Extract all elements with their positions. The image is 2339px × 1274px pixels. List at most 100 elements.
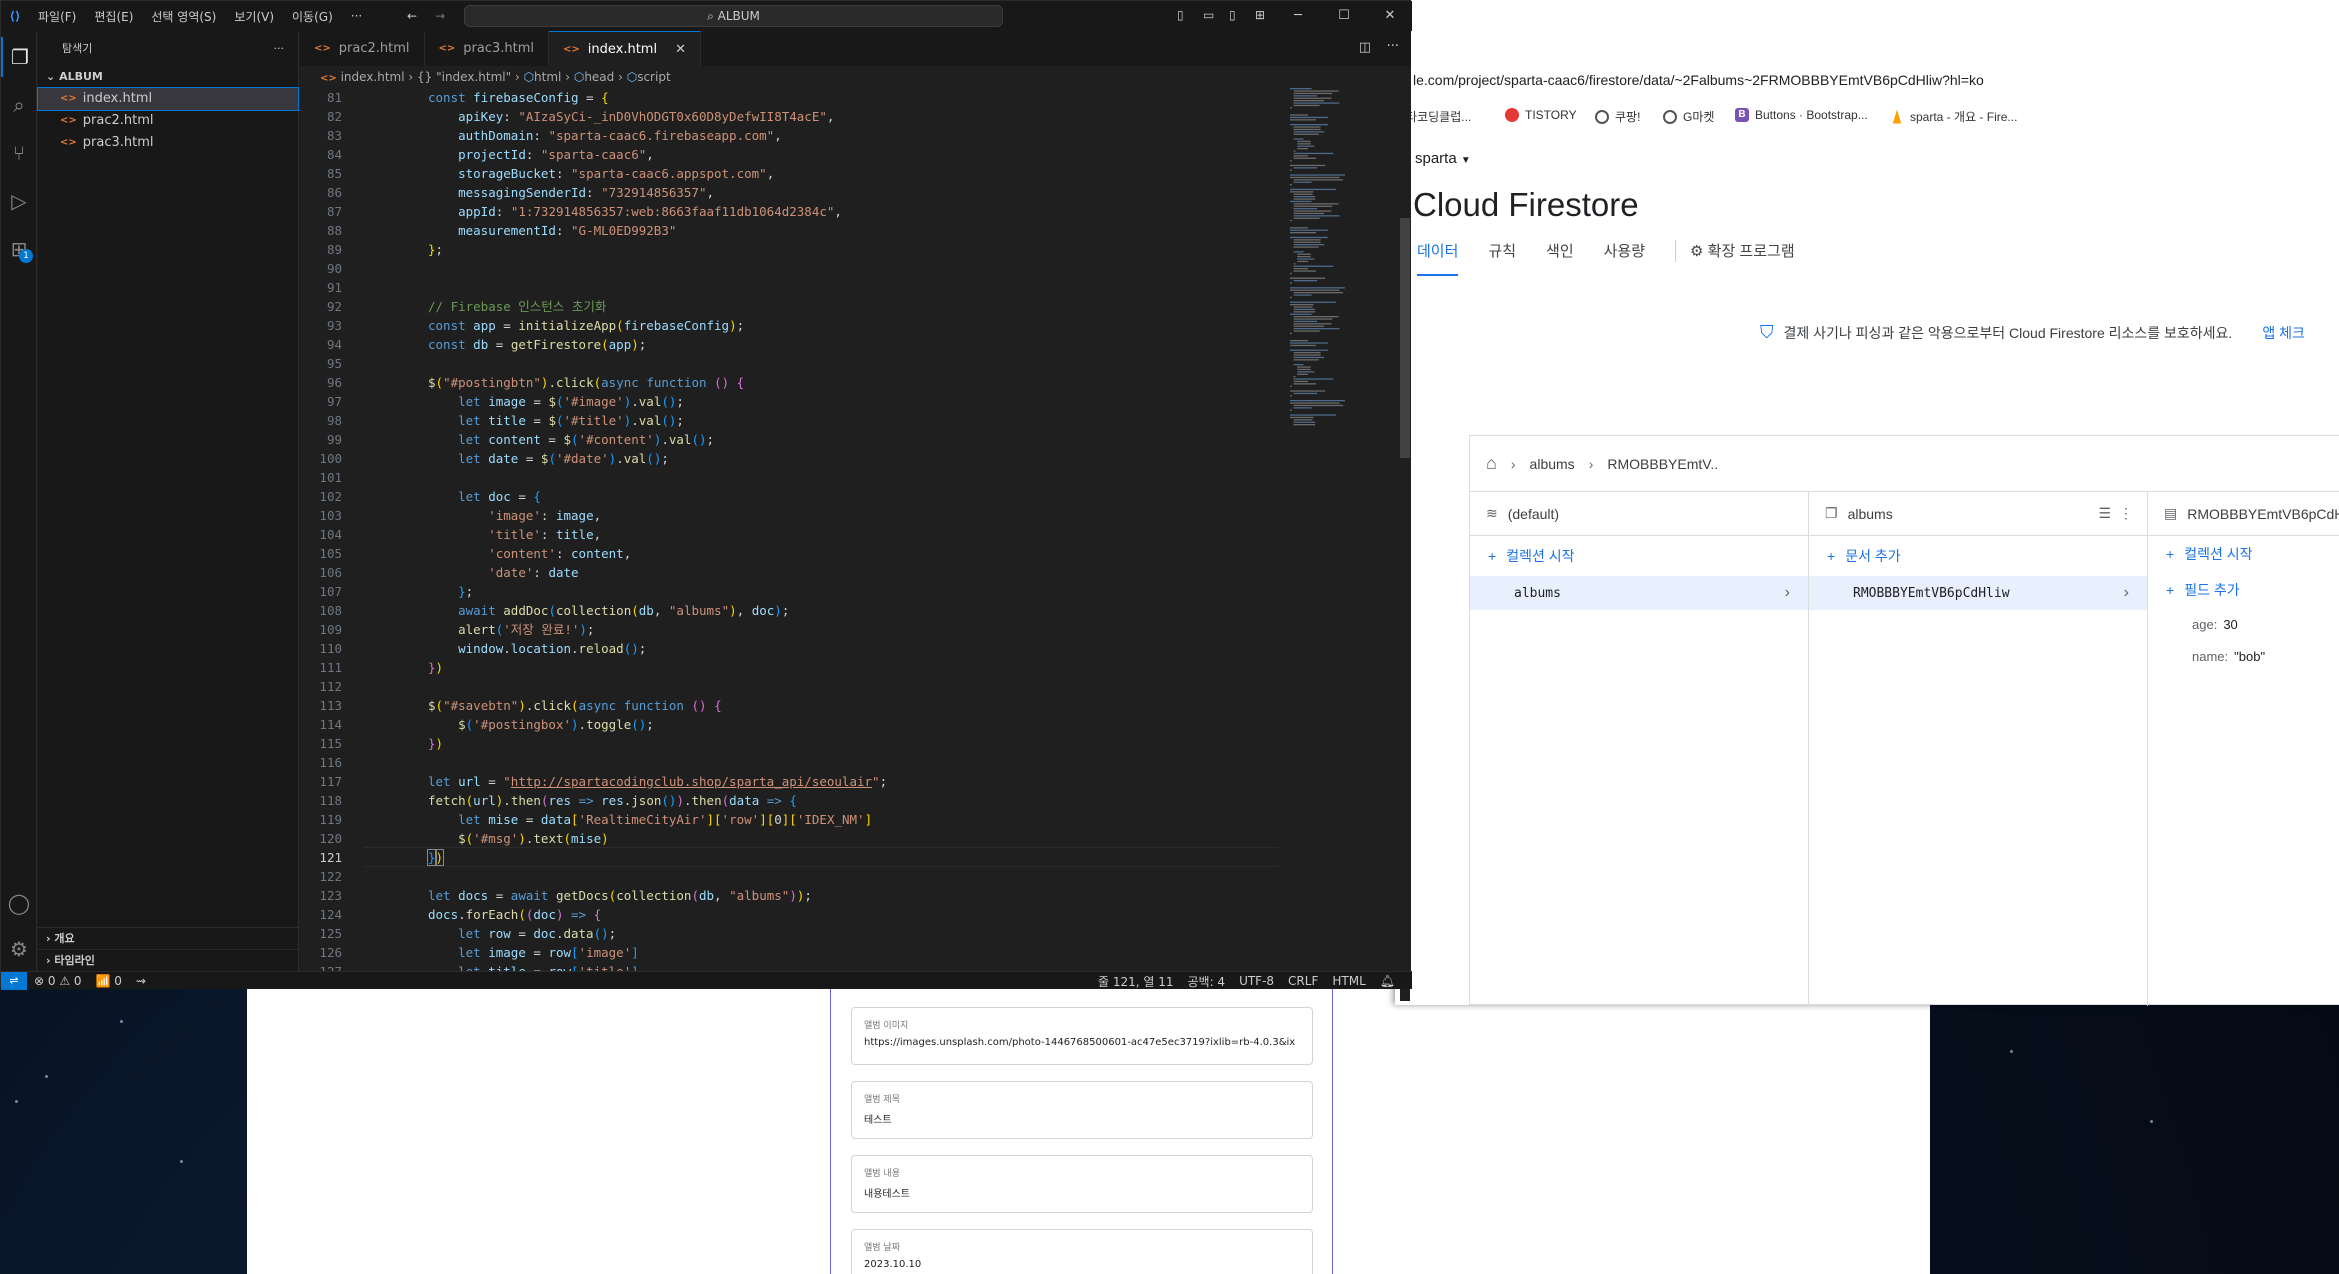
home-icon[interactable]: ⌂ bbox=[1486, 453, 1497, 474]
problems-indicator[interactable]: ⊗ 0 ⚠ 0 bbox=[27, 974, 89, 988]
tab-data[interactable]: 데이터 bbox=[1417, 240, 1459, 276]
code-line[interactable]: 107 }; bbox=[300, 582, 1300, 601]
menu-more[interactable]: ··· bbox=[342, 9, 371, 23]
code-line[interactable]: 117 let url = "http://spartacodingclub.sh… bbox=[300, 772, 1300, 791]
code-line[interactable]: 92 // Firebase 인스턴스 초기화 bbox=[300, 297, 1300, 316]
breadcrumb-albums[interactable]: albums bbox=[1530, 456, 1575, 472]
breadcrumb-document[interactable]: RMOBBBYEmtV.. bbox=[1607, 456, 1718, 472]
breadcrumb-item[interactable]: {} "index.html" bbox=[417, 70, 511, 84]
minimap[interactable] bbox=[1286, 88, 1398, 1001]
toggle-secondary-sidebar-icon[interactable]: ▯ bbox=[1229, 8, 1236, 22]
bookmark-item[interactable]: sparta - 개요 - Fire... bbox=[1890, 108, 2017, 125]
code-line[interactable]: 110 window.location.reload(); bbox=[300, 639, 1300, 658]
tab-prac3-html[interactable]: <> prac3.html bbox=[425, 31, 549, 66]
code-line[interactable]: 85 storageBucket: "sparta-caac6.appspot.… bbox=[300, 164, 1300, 183]
breadcrumb-item[interactable]: head bbox=[584, 70, 614, 84]
encoding[interactable]: UTF-8 bbox=[1232, 974, 1281, 988]
menu-selection[interactable]: 선택 영역(S) bbox=[142, 8, 225, 25]
notifications-bell-icon[interactable]: 🔔︎ bbox=[1373, 974, 1402, 988]
code-line[interactable]: 116 bbox=[300, 753, 1300, 772]
tab-usage[interactable]: 사용량 bbox=[1604, 240, 1645, 276]
end-of-line[interactable]: CRLF bbox=[1281, 974, 1325, 988]
code-line[interactable]: 99 let content = $('#content').val(); bbox=[300, 430, 1300, 449]
filter-icon[interactable]: ☰ bbox=[2098, 505, 2111, 522]
timeline-section[interactable]: › 타임라인 bbox=[38, 949, 299, 971]
start-collection-button[interactable]: + 컬렉션 시작 bbox=[1470, 536, 1808, 576]
field-row[interactable]: age: 30 bbox=[2148, 608, 2339, 640]
menu-file[interactable]: 파일(F) bbox=[29, 8, 85, 25]
code-line[interactable]: 95 bbox=[300, 354, 1300, 373]
file-index-html[interactable]: <> index.html bbox=[37, 87, 299, 111]
account-icon[interactable]: ◯ bbox=[1, 883, 37, 923]
folder-section[interactable]: ⌄ ALBUM bbox=[38, 66, 298, 88]
remote-icon[interactable]: ⇌ bbox=[1, 971, 27, 990]
code-line[interactable]: 106 'date': date bbox=[300, 563, 1300, 582]
address-bar[interactable]: le.com/project/sparta-caac6/firestore/da… bbox=[1395, 60, 2339, 100]
code-line[interactable]: 118 fetch(url).then(res => res.json()).th… bbox=[300, 791, 1300, 810]
explorer-icon[interactable]: ❐ bbox=[1, 37, 37, 77]
image-field[interactable]: 앨범 이미지 https://images.unsplash.com/photo… bbox=[851, 1007, 1313, 1065]
code-line[interactable]: 83 authDomain: "sparta-caac6.firebaseapp… bbox=[300, 126, 1300, 145]
extensions-icon[interactable]: ⊞ 1 bbox=[1, 229, 37, 269]
code-line[interactable]: 113 $("#savebtn").click(async function ()… bbox=[300, 696, 1300, 715]
field-row[interactable]: name: "bob" bbox=[2148, 640, 2339, 672]
code-line[interactable]: 111}) bbox=[300, 658, 1300, 677]
menu-go[interactable]: 이동(G) bbox=[283, 8, 342, 25]
code-line[interactable]: 84 projectId: "sparta-caac6", bbox=[300, 145, 1300, 164]
code-line[interactable]: 89}; bbox=[300, 240, 1300, 259]
menu-edit[interactable]: 편집(E) bbox=[85, 8, 142, 25]
close-button[interactable]: ✕ bbox=[1367, 1, 1413, 31]
toggle-sidebar-icon[interactable]: ▯ bbox=[1177, 8, 1184, 22]
bookmark-item[interactable]: 쿠팡! bbox=[1595, 108, 1640, 125]
forward-arrow-icon[interactable]: → bbox=[435, 9, 445, 23]
split-editor-icon[interactable]: ◫ bbox=[1359, 40, 1371, 55]
code-line[interactable]: 87 appId: "1:732914856357:web:8663faaf11… bbox=[300, 202, 1300, 221]
outline-section[interactable]: › 개요 bbox=[38, 927, 299, 949]
code-line[interactable]: 90 bbox=[300, 259, 1300, 278]
tab-index-html[interactable]: <> index.html ✕ bbox=[549, 31, 701, 66]
code-line[interactable]: 123 let docs = await getDocs(collection(d… bbox=[300, 886, 1300, 905]
bookmark-item[interactable]: TISTORY bbox=[1505, 108, 1577, 122]
minimize-button[interactable]: ─ bbox=[1275, 1, 1321, 31]
code-line[interactable]: 105 'content': content, bbox=[300, 544, 1300, 563]
code-line[interactable]: 91 bbox=[300, 278, 1300, 297]
code-line[interactable]: 125 let row = doc.data(); bbox=[300, 924, 1300, 943]
list-item[interactable]: albums › bbox=[1470, 576, 1808, 610]
more-vert-icon[interactable]: ⋮ bbox=[2119, 505, 2133, 522]
code-line[interactable]: 101 bbox=[300, 468, 1300, 487]
tab-extensions[interactable]: ⚙ 확장 프로그램 bbox=[1690, 240, 1795, 276]
add-document-button[interactable]: + 문서 추가 bbox=[1809, 536, 2147, 576]
ports-indicator[interactable]: 📶 0 bbox=[89, 974, 129, 988]
code-line[interactable]: 119 let mise = data['RealtimeCityAir']['… bbox=[300, 810, 1300, 829]
list-item[interactable]: RMOBBBYEmtVB6pCdHliw › bbox=[1809, 576, 2147, 610]
code-line[interactable]: 108 await addDoc(collection(db, "albums"… bbox=[300, 601, 1300, 620]
editor-scrollbar[interactable] bbox=[1400, 88, 1410, 1001]
back-arrow-icon[interactable]: ← bbox=[407, 9, 417, 23]
code-line[interactable]: 122 bbox=[300, 867, 1300, 886]
toggle-panel-icon[interactable]: ▭ bbox=[1203, 8, 1214, 22]
code-line[interactable]: 121}) bbox=[300, 847, 1300, 867]
command-center[interactable]: ⌕ ALBUM bbox=[464, 5, 1003, 27]
bookmark-item[interactable]: B Buttons · Bootstrap... bbox=[1735, 108, 1868, 122]
source-control-icon[interactable]: ⑂ bbox=[1, 133, 37, 173]
date-field[interactable]: 앨범 날짜 2023.10.10 bbox=[851, 1229, 1313, 1274]
code-line[interactable]: 88 measurementId: "G-ML0ED992B3" bbox=[300, 221, 1300, 240]
more-actions-icon[interactable]: ··· bbox=[274, 31, 285, 66]
indentation[interactable]: 공백: 4 bbox=[1180, 973, 1232, 990]
content-field[interactable]: 앨범 내용 내용테스트 bbox=[851, 1155, 1313, 1213]
start-collection-button[interactable]: + 컬렉션 시작 bbox=[2148, 536, 2339, 572]
code-line[interactable]: 97 let image = $('#image').val(); bbox=[300, 392, 1300, 411]
tab-prac2-html[interactable]: <> prac2.html bbox=[300, 31, 425, 66]
code-line[interactable]: 94 const db = getFirestore(app); bbox=[300, 335, 1300, 354]
code-line[interactable]: 98 let title = $('#title').val(); bbox=[300, 411, 1300, 430]
more-actions-icon[interactable]: ··· bbox=[1387, 39, 1399, 54]
code-line[interactable]: 120 $('#msg').text(mise) bbox=[300, 829, 1300, 848]
code-line[interactable]: 115}) bbox=[300, 734, 1300, 753]
file-prac2-html[interactable]: <> prac2.html bbox=[38, 110, 298, 132]
breadcrumb-item[interactable]: html bbox=[534, 70, 561, 84]
code-line[interactable]: 96 $("#postingbtn").click(async function … bbox=[300, 373, 1300, 392]
file-prac3-html[interactable]: <> prac3.html bbox=[38, 132, 298, 154]
bookmark-item[interactable]: G마켓 bbox=[1663, 108, 1714, 125]
cursor-position[interactable]: 줄 121, 열 11 bbox=[1091, 973, 1181, 990]
code-line[interactable]: 112 bbox=[300, 677, 1300, 696]
